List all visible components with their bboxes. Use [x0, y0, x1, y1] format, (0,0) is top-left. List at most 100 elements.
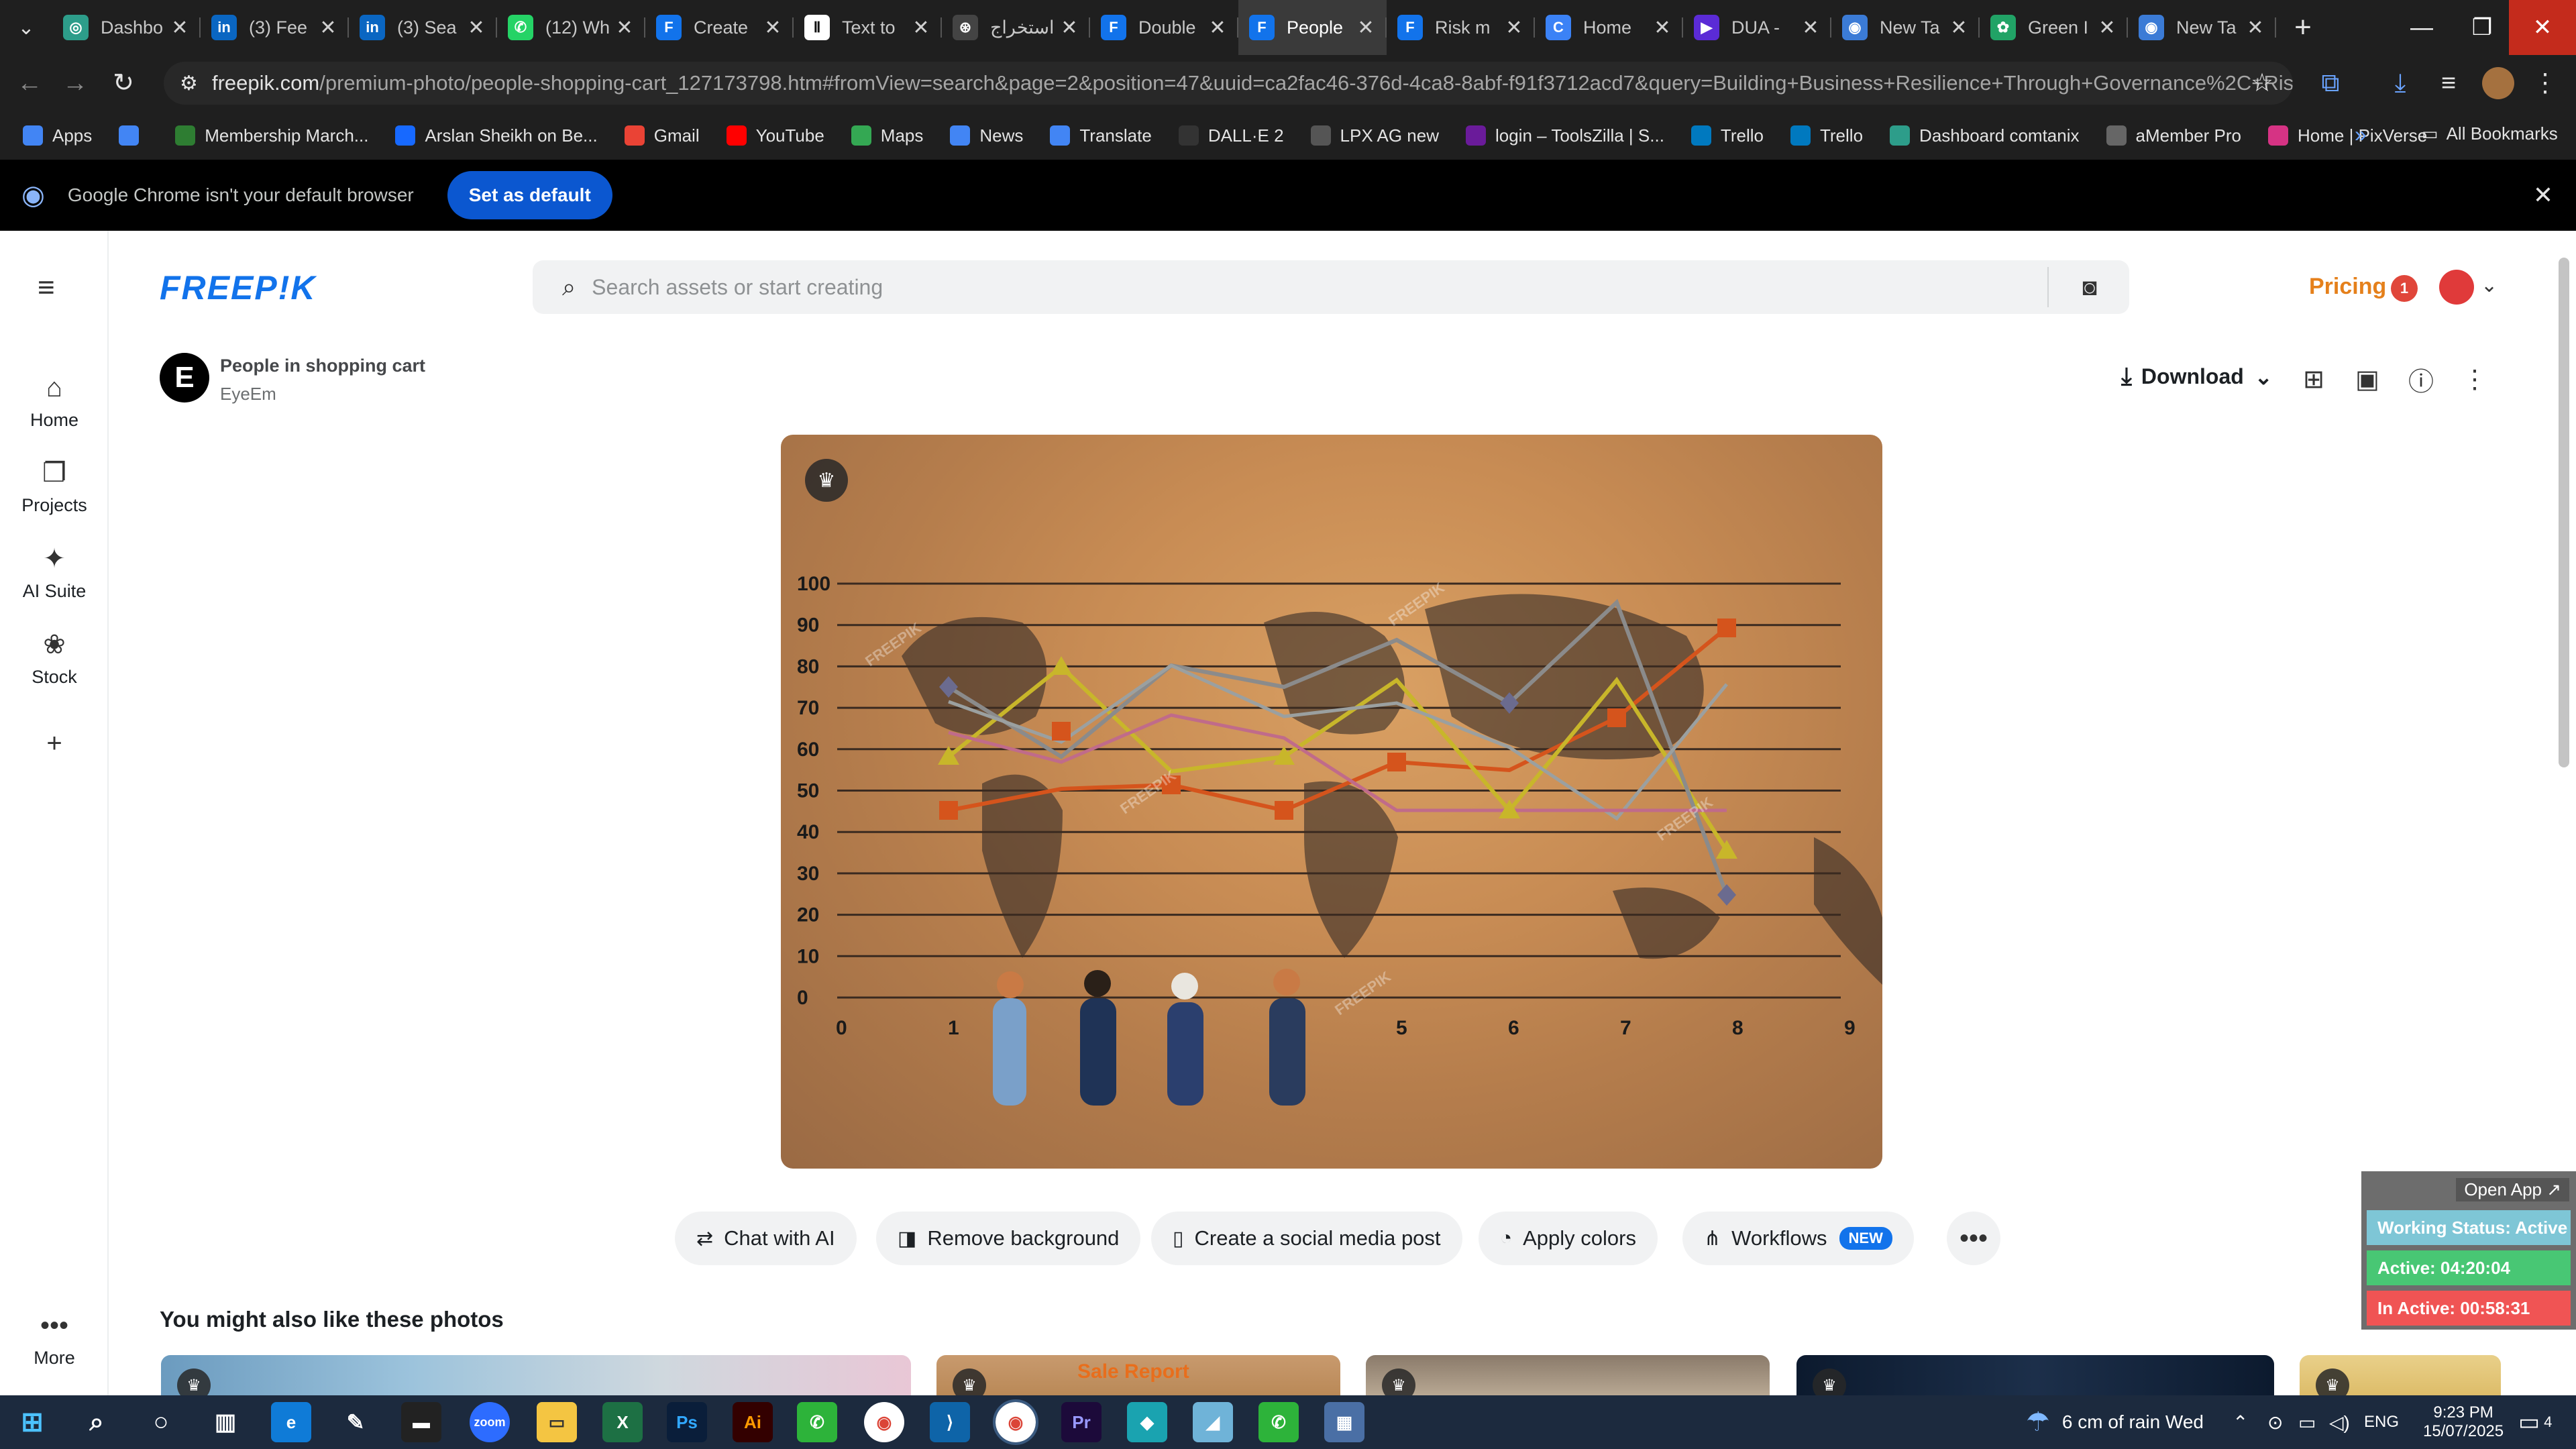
browser-tab[interactable]: ⊛ استخراج ✕ — [942, 0, 1090, 55]
task-view-icon[interactable]: ▥ — [205, 1402, 246, 1442]
browser-tab[interactable]: ▶ DUA - ✕ — [1683, 0, 1831, 55]
related-thumbnail[interactable]: ♛ — [1796, 1355, 2274, 1395]
sidebar-item-more[interactable]: ••• More — [0, 1311, 109, 1368]
reload-icon[interactable]: ↻ — [109, 68, 138, 98]
tab-close-icon[interactable]: ✕ — [1947, 16, 1970, 40]
new-tab-button[interactable]: + — [2276, 11, 2330, 44]
freepik-logo[interactable]: FREEP!K — [160, 268, 316, 307]
sidebar-item-projects[interactable]: ❐ Projects — [0, 458, 109, 516]
bookmark-item[interactable]: Arslan Sheikh on Be... — [395, 125, 598, 146]
browser-tab[interactable]: ◉ New Ta ✕ — [1831, 0, 1980, 55]
user-avatar[interactable] — [2439, 270, 2474, 305]
banner-close-icon[interactable]: ✕ — [2533, 181, 2553, 209]
close-window-button[interactable]: ✕ — [2509, 0, 2576, 55]
tab-search-chevron-icon[interactable]: ⌄ — [0, 0, 52, 55]
camera-search-icon[interactable]: ◙ — [2082, 273, 2097, 301]
tray-chevron-icon[interactable]: ⌃ — [2233, 1395, 2248, 1449]
restore-button[interactable]: ❐ — [2449, 0, 2516, 55]
minimize-button[interactable]: — — [2388, 0, 2455, 55]
bookmark-item[interactable]: Gmail — [624, 125, 700, 146]
pricing-link[interactable]: Pricing — [2309, 274, 2386, 300]
main-photo[interactable]: 0 10 20 30 40 50 60 70 80 90 100 0156789 ♛ FREEPIK… — [781, 435, 1882, 1169]
browser-tab[interactable]: ✿ Green I ✕ — [1980, 0, 2128, 55]
sidebar-item-ai-suite[interactable]: ✦ AI Suite — [0, 543, 109, 602]
more-actions-button[interactable]: ••• — [1947, 1212, 2000, 1265]
page-scrollbar[interactable] — [2559, 258, 2569, 767]
tab-close-icon[interactable]: ✕ — [613, 16, 636, 40]
language-indicator[interactable]: ENG — [2364, 1395, 2399, 1449]
search-bar[interactable]: ⌕ Search assets or start creating ◙ — [533, 260, 2129, 314]
notification-badge[interactable]: 1 — [2391, 275, 2418, 302]
tab-close-icon[interactable]: ✕ — [1206, 16, 1229, 40]
excel-icon[interactable]: X — [602, 1402, 643, 1442]
account-chevron-down-icon[interactable]: ⌄ — [2481, 274, 2498, 297]
set-default-button[interactable]: Set as default — [447, 171, 612, 219]
bookmark-item[interactable]: Membership March... — [175, 125, 368, 146]
forward-icon[interactable]: → — [60, 68, 90, 98]
bookmark-item[interactable]: login – ToolsZilla | S... — [1465, 125, 1664, 146]
tab-close-icon[interactable]: ✕ — [2096, 16, 2118, 40]
action-apply-colors[interactable]: ◔ Apply colors — [1479, 1212, 1658, 1265]
tab-close-icon[interactable]: ✕ — [317, 16, 339, 40]
phone-app-icon[interactable]: ✆ — [797, 1402, 837, 1442]
browser-tab[interactable]: Ⅱ Text to ✕ — [794, 0, 942, 55]
start-icon[interactable]: ⊞ — [12, 1402, 52, 1442]
bookmark-item[interactable]: Trello — [1690, 125, 1764, 146]
browser-tab[interactable]: ✆ (12) Wh ✕ — [497, 0, 645, 55]
browser-tab[interactable]: ◉ New Ta ✕ — [2128, 0, 2276, 55]
hamburger-menu-icon[interactable]: ≡ — [38, 271, 55, 305]
site-info-icon[interactable]: ⚙ — [180, 72, 198, 95]
action-remove-background[interactable]: ◨ Remove background — [876, 1212, 1141, 1265]
related-thumbnail[interactable]: ♛ — [161, 1355, 911, 1395]
browser-tab[interactable]: in (3) Fee ✕ — [201, 0, 349, 55]
chrome-menu-icon[interactable]: ⋮ — [2530, 68, 2560, 98]
weather-widget[interactable]: ☂ 6 cm of rain Wed — [2026, 1395, 2204, 1449]
bookmark-item[interactable]: Maps — [851, 125, 923, 146]
bookmark-item[interactable]: DALL·E 2 — [1178, 125, 1284, 146]
bookmark-item[interactable]: News — [950, 125, 1023, 146]
action-chat-with-ai[interactable]: ⇄ Chat with AI — [675, 1212, 857, 1265]
info-icon[interactable]: ⓘ — [2404, 362, 2438, 396]
download-button[interactable]: ⤓ Download ⌄ — [2121, 362, 2273, 391]
tab-close-icon[interactable]: ✕ — [910, 16, 932, 40]
profile-avatar[interactable] — [2482, 67, 2514, 99]
browser-tab[interactable]: F Double ✕ — [1090, 0, 1238, 55]
bookmark-item[interactable] — [119, 125, 148, 146]
bookmark-item[interactable]: Home | PixVerse — [2268, 125, 2427, 146]
browser-tab[interactable]: in (3) Sea ✕ — [349, 0, 497, 55]
cortana-icon[interactable]: ○ — [141, 1402, 181, 1442]
save-to-project-icon[interactable]: ▣ — [2351, 362, 2384, 396]
tab-close-icon[interactable]: ✕ — [465, 16, 488, 40]
browser-tab[interactable]: F Create ✕ — [645, 0, 794, 55]
network-icon[interactable]: ▭ — [2298, 1395, 2316, 1449]
bookmark-item[interactable]: Trello — [1790, 125, 1863, 146]
bookmark-item[interactable]: LPX AG new — [1310, 125, 1439, 146]
bookmark-item[interactable]: Apps — [23, 125, 92, 146]
author-avatar[interactable]: E — [160, 353, 209, 402]
browser-tab[interactable]: ◎ Dashbo ✕ — [52, 0, 201, 55]
action-create-a-social-media-post[interactable]: ▯ Create a social media post — [1151, 1212, 1462, 1265]
search-icon[interactable]: ⌕ — [76, 1402, 117, 1442]
file-explorer-icon[interactable]: ▭ — [537, 1402, 577, 1442]
action-workflows[interactable]: ⋔ Workflows NEW — [1682, 1212, 1914, 1265]
app-icon[interactable]: ◆ — [1127, 1402, 1167, 1442]
author-name[interactable]: EyeEm — [220, 384, 276, 405]
bookmark-item[interactable]: Translate — [1050, 125, 1152, 146]
volume-icon[interactable]: ◁) — [2329, 1395, 2350, 1449]
back-icon[interactable]: ← — [15, 68, 44, 98]
vscode-icon[interactable]: ⟩ — [930, 1402, 970, 1442]
illustrator-icon[interactable]: Ai — [733, 1402, 773, 1442]
tab-close-icon[interactable]: ✕ — [1651, 16, 1674, 40]
chrome-active-icon[interactable]: ◉ — [993, 1399, 1038, 1445]
sidebar-item-stock[interactable]: ❀ Stock — [0, 629, 109, 688]
tab-close-icon[interactable]: ✕ — [761, 16, 784, 40]
media-control-icon[interactable]: ≡ — [2434, 68, 2463, 98]
terminal-icon[interactable]: ▬ — [401, 1402, 441, 1442]
tab-close-icon[interactable]: ✕ — [1058, 16, 1081, 40]
photoshop-icon[interactable]: Ps — [667, 1402, 707, 1442]
address-bar[interactable]: ⚙ freepik.com/premium-photo/people-shopp… — [164, 62, 2293, 105]
related-thumbnail[interactable]: ♛ — [1366, 1355, 1770, 1395]
edge-icon[interactable]: e — [271, 1402, 311, 1442]
sidebar-item-home[interactable]: ⌂ Home — [0, 373, 109, 431]
browser-tab[interactable]: C Home ✕ — [1535, 0, 1683, 55]
